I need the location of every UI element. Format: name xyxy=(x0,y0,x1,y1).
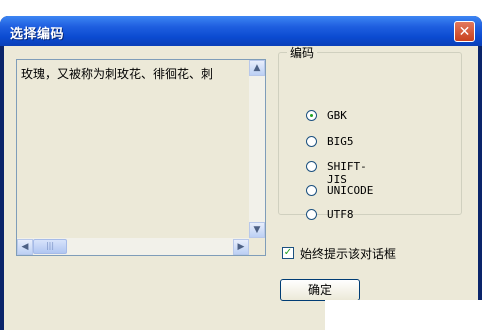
chevron-left-icon: ◀ xyxy=(21,242,29,252)
radio-button[interactable] xyxy=(306,110,317,121)
chevron-up-icon: ▲ xyxy=(253,63,261,73)
title-bar[interactable]: 选择编码 ✕ xyxy=(0,16,482,46)
radio-label: UNICODE xyxy=(327,184,374,197)
scroll-down-button[interactable]: ▼ xyxy=(249,222,265,238)
radio-button[interactable] xyxy=(306,136,317,147)
white-margin xyxy=(482,0,500,330)
scroll-up-button[interactable]: ▲ xyxy=(249,60,265,76)
ok-label: 确定 xyxy=(307,283,332,297)
chevron-right-icon: ▶ xyxy=(237,242,245,252)
scroll-left-button[interactable]: ◀ xyxy=(17,239,33,255)
vertical-scrollbar[interactable]: ▲ ▼ xyxy=(249,60,265,238)
check-icon: ✓ xyxy=(283,247,293,258)
horizontal-scrollbar[interactable]: ◀ ||| ▶ xyxy=(17,238,249,255)
radio-button[interactable] xyxy=(306,185,317,196)
chevron-down-icon: ▼ xyxy=(253,225,261,235)
encoding-label: 编码 xyxy=(290,46,315,60)
radio-label: GBK xyxy=(327,109,347,122)
white-overlay xyxy=(325,300,500,330)
radio-label: BIG5 xyxy=(327,135,354,148)
dialog-title: 选择编码 xyxy=(10,27,65,42)
always-show-label: 始终提示该对话框 xyxy=(300,247,397,261)
preview-text: 玫瑰，又被称为刺玫花、徘徊花、刺 xyxy=(21,67,214,81)
radio-button[interactable] xyxy=(306,209,317,220)
grip-icon: ||| xyxy=(45,241,55,250)
radio-label: SHIFT-JIS xyxy=(327,160,367,186)
radio-label: UTF8 xyxy=(327,208,354,221)
ok-button[interactable]: 确定 xyxy=(280,279,360,301)
preview-textarea[interactable]: 玫瑰，又被称为刺玫花、徘徊花、刺 ▲ ▼ ◀ ||| ▶ xyxy=(16,59,266,256)
close-button[interactable]: ✕ xyxy=(454,21,475,42)
close-icon: ✕ xyxy=(458,24,471,40)
always-show-checkbox[interactable]: ✓ xyxy=(282,247,294,259)
scroll-thumb[interactable]: ||| xyxy=(33,239,67,254)
radio-button[interactable] xyxy=(306,161,317,172)
scroll-right-button[interactable]: ▶ xyxy=(233,239,249,255)
